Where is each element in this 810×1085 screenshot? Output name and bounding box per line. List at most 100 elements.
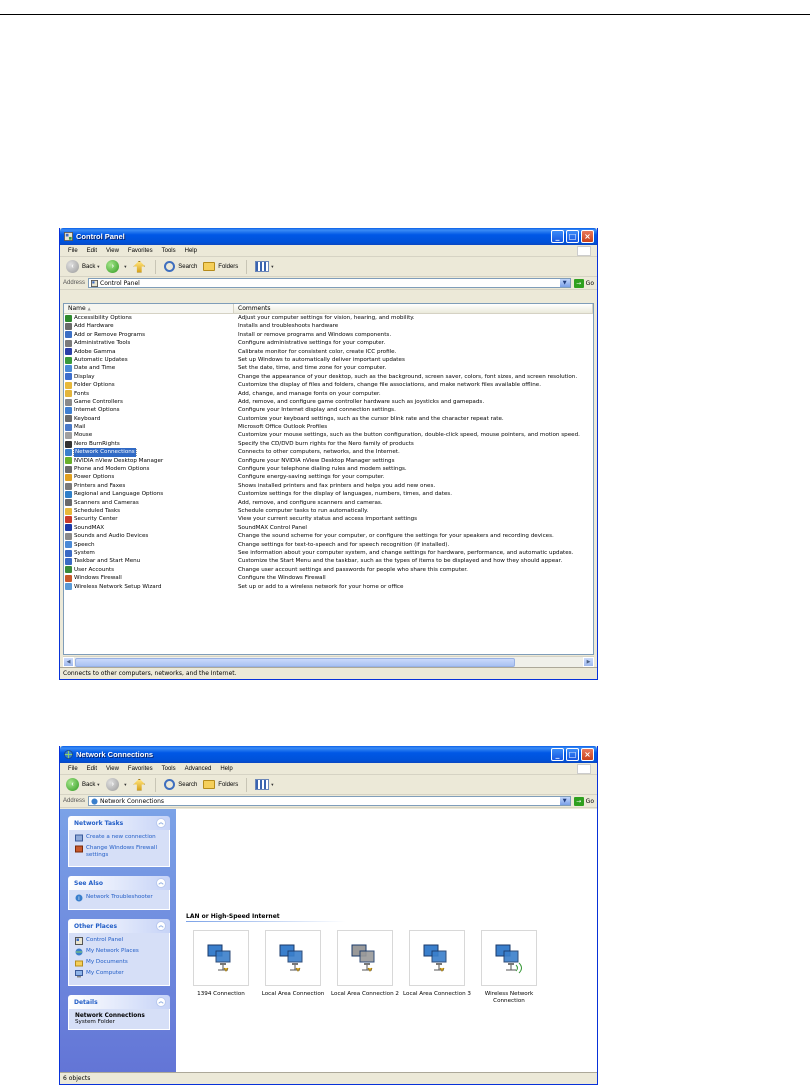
create-connection-link[interactable]: Create a new connection xyxy=(75,834,165,842)
list-item[interactable]: Adobe Gamma Calibrate monitor for consist… xyxy=(64,348,593,356)
scrollbar-thumb[interactable] xyxy=(75,657,515,667)
address-input[interactable]: Network Connections ▼ xyxy=(88,796,571,806)
back-button[interactable]: ‹ Back ▼ xyxy=(66,260,100,273)
list-item[interactable]: Mouse Customize your mouse settings, such… xyxy=(64,431,593,440)
back-button[interactable]: ‹ Back ▼ xyxy=(66,778,100,791)
menu-view[interactable]: View xyxy=(106,248,119,254)
collapse-icon[interactable]: ︽ xyxy=(156,878,166,888)
list-item[interactable]: Internet Options Configure your Internet … xyxy=(64,406,593,414)
menu-edit[interactable]: Edit xyxy=(87,248,97,254)
minimize-button[interactable]: _ xyxy=(551,748,564,761)
menu-tools[interactable]: Tools xyxy=(162,248,176,254)
address-dropdown-icon[interactable]: ▼ xyxy=(559,279,570,287)
list-item[interactable]: Security Center View your current securit… xyxy=(64,515,593,524)
horizontal-scrollbar[interactable]: ◀ ▶ xyxy=(63,656,594,667)
forward-button[interactable]: › ▼ xyxy=(106,260,127,273)
list-item[interactable]: Folder Options Customize the display of f… xyxy=(64,381,593,389)
list-item[interactable]: Keyboard Customize your keyboard settings… xyxy=(64,415,593,423)
column-header-name[interactable]: Name ▲ xyxy=(64,304,234,313)
list-item[interactable]: Add Hardware Installs and troubleshoots h… xyxy=(64,322,593,331)
folders-button[interactable]: Folders xyxy=(203,780,238,789)
collapse-icon[interactable]: ︽ xyxy=(156,997,166,1007)
my-computer-link[interactable]: My Computer xyxy=(75,970,165,978)
menu-view[interactable]: View xyxy=(106,766,119,772)
column-header-comments[interactable]: Comments xyxy=(234,304,593,313)
details-header[interactable]: Details ︽ xyxy=(68,995,170,1009)
menu-tools[interactable]: Tools xyxy=(162,766,176,772)
network-tasks-header[interactable]: Network Tasks ︽ xyxy=(68,816,170,830)
folders-button[interactable]: Folders xyxy=(203,262,238,271)
change-firewall-link[interactable]: Change Windows Firewall settings xyxy=(75,845,165,859)
connection-item[interactable]: Local Area Connection xyxy=(258,930,328,998)
maximize-button[interactable]: □ xyxy=(566,230,579,243)
menu-favorites[interactable]: Favorites xyxy=(128,248,153,254)
list-item[interactable]: Accessibility Options Adjust your compute… xyxy=(64,314,593,322)
collapse-icon[interactable]: ︽ xyxy=(156,921,166,931)
list-item[interactable]: Display Change the appearance of your des… xyxy=(64,373,593,381)
menu-help[interactable]: Help xyxy=(185,248,197,254)
connection-tile[interactable] xyxy=(481,930,537,986)
connection-item[interactable]: Local Area Connection 2 xyxy=(330,930,400,998)
list-item[interactable]: Taskbar and Start Menu Customize the Star… xyxy=(64,557,593,566)
control-panel-link[interactable]: Control Panel xyxy=(75,937,165,945)
list-item[interactable]: Game Controllers Add, remove, and configu… xyxy=(64,398,593,406)
connection-tile[interactable] xyxy=(193,930,249,986)
list-item[interactable]: Scanners and Cameras Add, remove, and con… xyxy=(64,499,593,507)
list-item[interactable]: Printers and Faxes Shows installed printe… xyxy=(64,482,593,490)
menu-file[interactable]: File xyxy=(68,766,78,772)
close-button[interactable]: × xyxy=(581,748,594,761)
list-item[interactable]: System See information about your compute… xyxy=(64,549,593,557)
list-item[interactable]: Nero BurnRights Specify the CD/DVD burn r… xyxy=(64,440,593,448)
other-places-header[interactable]: Other Places ︽ xyxy=(68,919,170,933)
my-network-places-link[interactable]: My Network Places xyxy=(75,948,165,956)
see-also-header[interactable]: See Also ︽ xyxy=(68,876,170,890)
list-item[interactable]: Administrative Tools Configure administra… xyxy=(64,339,593,347)
list-item[interactable]: Power Options Configure energy-saving set… xyxy=(64,473,593,482)
collapse-icon[interactable]: ︽ xyxy=(156,818,166,828)
my-documents-link[interactable]: My Documents xyxy=(75,959,165,967)
list-item[interactable]: Date and Time Set the date, time, and tim… xyxy=(64,364,593,373)
address-dropdown-icon[interactable]: ▼ xyxy=(559,797,570,805)
address-input[interactable]: Control Panel ▼ xyxy=(88,278,571,288)
search-button[interactable]: Search xyxy=(164,779,197,790)
connection-tile[interactable] xyxy=(337,930,393,986)
connection-tile[interactable] xyxy=(409,930,465,986)
forward-button[interactable]: › ▼ xyxy=(106,778,127,791)
list-item[interactable]: Windows Firewall Configure the Windows Fi… xyxy=(64,574,593,582)
network-troubleshooter-link[interactable]: i Network Troubleshooter xyxy=(75,894,165,902)
menu-favorites[interactable]: Favorites xyxy=(128,766,153,772)
control-panel-titlebar[interactable]: Control Panel _ □ × xyxy=(60,228,597,245)
go-button[interactable]: → Go xyxy=(573,796,594,806)
connection-item[interactable]: Wireless Network Connection xyxy=(474,930,544,1005)
up-folder-button[interactable] xyxy=(133,778,147,791)
list-item[interactable]: Wireless Network Setup Wizard Set up or a… xyxy=(64,583,593,591)
up-folder-button[interactable] xyxy=(133,260,147,273)
list-item[interactable]: Phone and Modem Options Configure your te… xyxy=(64,465,593,473)
scroll-left-icon[interactable]: ◀ xyxy=(63,657,74,667)
list-item[interactable]: Automatic Updates Set up Windows to autom… xyxy=(64,356,593,364)
list-item[interactable]: NVIDIA nView Desktop Manager Configure yo… xyxy=(64,457,593,465)
connection-item[interactable]: 1394 Connection xyxy=(186,930,256,998)
list-item[interactable]: Mail Microsoft Office Outlook Profiles xyxy=(64,423,593,431)
network-connections-titlebar[interactable]: Network Connections _ □ × xyxy=(60,746,597,763)
close-button[interactable]: × xyxy=(581,230,594,243)
list-item[interactable]: Network Connections Connects to other com… xyxy=(64,448,593,457)
menu-file[interactable]: File xyxy=(68,248,78,254)
list-item[interactable]: Scheduled Tasks Schedule computer tasks t… xyxy=(64,507,593,515)
views-button[interactable]: ▼ xyxy=(255,779,274,790)
list-item[interactable]: Fonts Add, change, and manage fonts on yo… xyxy=(64,390,593,398)
menu-edit[interactable]: Edit xyxy=(87,766,97,772)
menu-help[interactable]: Help xyxy=(220,766,232,772)
connection-item[interactable]: Local Area Connection 3 xyxy=(402,930,472,998)
list-item[interactable]: Regional and Language Options Customize s… xyxy=(64,490,593,498)
connection-tile[interactable] xyxy=(265,930,321,986)
scroll-right-icon[interactable]: ▶ xyxy=(583,657,594,667)
menu-advanced[interactable]: Advanced xyxy=(185,766,212,772)
list-item[interactable]: Add or Remove Programs Install or remove … xyxy=(64,331,593,339)
minimize-button[interactable]: _ xyxy=(551,230,564,243)
go-button[interactable]: → Go xyxy=(573,278,594,288)
maximize-button[interactable]: □ xyxy=(566,748,579,761)
search-button[interactable]: Search xyxy=(164,261,197,272)
list-item[interactable]: Speech Change settings for text-to-speech… xyxy=(64,541,593,549)
list-item[interactable]: SoundMAX SoundMAX Control Panel xyxy=(64,524,593,532)
